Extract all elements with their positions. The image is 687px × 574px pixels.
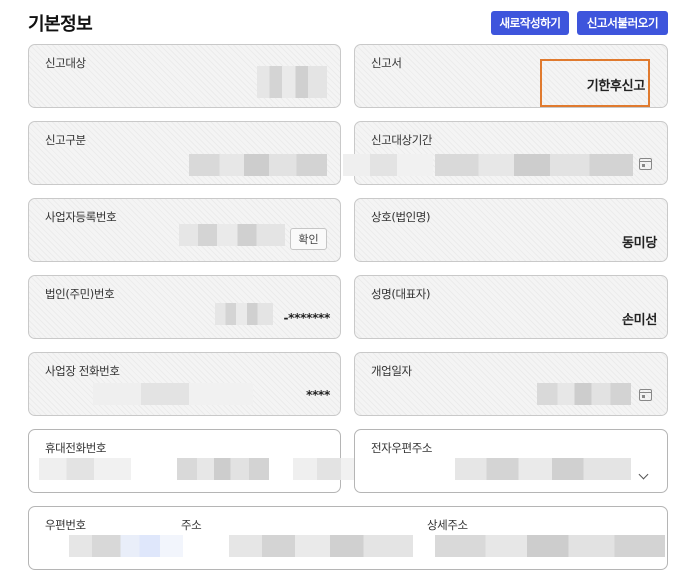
mobile-phone-label: 휴대전화번호 xyxy=(45,441,107,455)
open-date-label: 개업일자 xyxy=(371,364,412,378)
report-target-label: 신고대상 xyxy=(45,56,86,70)
report-form-label: 신고서 xyxy=(371,56,402,70)
report-period-value-start xyxy=(343,154,433,176)
representative-value: 손미선 xyxy=(622,313,657,328)
representative-field[interactable]: 성명(대표자) 손미선 xyxy=(354,275,668,339)
report-form-field[interactable]: 신고서 기한후신고 xyxy=(354,44,668,108)
report-target-value xyxy=(257,66,327,98)
report-type-label: 신고구분 xyxy=(45,133,86,147)
report-type-value xyxy=(189,154,327,176)
mobile-phone-field[interactable]: 휴대전화번호 xyxy=(28,429,373,493)
company-name-label: 상호(법인명) xyxy=(371,210,431,224)
corp-no-value xyxy=(215,303,273,325)
report-period-field[interactable]: 신고대상기간 xyxy=(343,121,668,185)
address-label: 주소 xyxy=(181,518,202,532)
page-title: 기본정보 xyxy=(28,14,93,35)
chevron-down-icon[interactable] xyxy=(638,469,649,480)
mobile-phone-part-2 xyxy=(177,458,269,480)
report-form-value: 기한후신고 xyxy=(586,79,646,94)
corp-no-masked: -******* xyxy=(283,311,330,325)
address-value xyxy=(229,535,413,557)
report-type-field[interactable]: 신고구분 xyxy=(28,121,341,185)
biz-reg-check-button[interactable]: 확인 xyxy=(290,228,327,250)
email-field[interactable]: 전자우편주소 xyxy=(354,429,668,493)
company-name-field[interactable]: 상호(법인명) 동미당 xyxy=(354,198,668,262)
detail-address-label: 상세주소 xyxy=(427,518,468,532)
biz-reg-no-value xyxy=(179,224,285,246)
report-target-field[interactable]: 신고대상 xyxy=(28,44,341,108)
open-date-value xyxy=(537,383,631,405)
zip-code-value xyxy=(69,535,183,557)
email-label: 전자우편주소 xyxy=(371,441,433,455)
calendar-icon[interactable] xyxy=(639,158,652,170)
company-name-value: 동미당 xyxy=(622,236,657,251)
biz-phone-masked: **** xyxy=(306,388,330,402)
corp-no-field[interactable]: 법인(주민)번호 -******* xyxy=(28,275,341,339)
zip-code-label: 우편번호 xyxy=(45,518,86,532)
mobile-phone-part-1 xyxy=(39,458,131,480)
detail-address-value xyxy=(435,535,665,557)
address-field[interactable]: 우편번호 주소 상세주소 xyxy=(28,506,668,570)
report-period-value-end xyxy=(435,154,633,176)
new-report-button[interactable]: 새로작성하기 xyxy=(491,11,569,35)
email-value xyxy=(455,458,631,480)
biz-phone-field[interactable]: 사업장 전화번호 **** xyxy=(28,352,341,416)
calendar-icon[interactable] xyxy=(639,389,652,401)
report-period-label: 신고대상기간 xyxy=(371,133,433,147)
biz-phone-label: 사업장 전화번호 xyxy=(45,364,120,378)
corp-no-label: 법인(주민)번호 xyxy=(45,287,115,301)
load-report-button[interactable]: 신고서불러오기 xyxy=(577,11,668,35)
open-date-field[interactable]: 개업일자 xyxy=(354,352,668,416)
representative-label: 성명(대표자) xyxy=(371,287,431,301)
biz-phone-value xyxy=(93,383,253,405)
biz-reg-no-label: 사업자등록번호 xyxy=(45,210,117,224)
